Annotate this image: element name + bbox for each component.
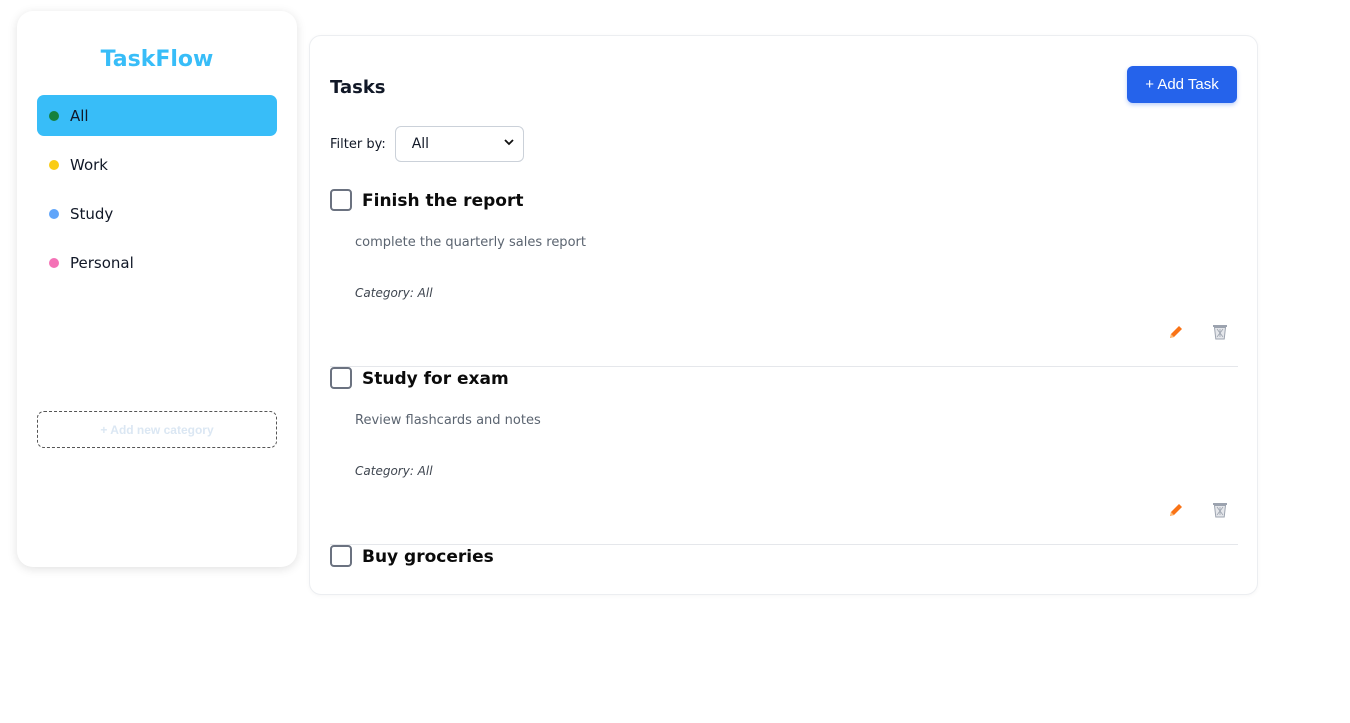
task-description: complete the quarterly sales report bbox=[355, 235, 586, 250]
category-dot-icon bbox=[49, 110, 59, 121]
task-checkbox[interactable] bbox=[330, 367, 352, 389]
sidebar-item-personal[interactable]: Personal bbox=[37, 242, 277, 283]
sidebar-item-study[interactable]: Study bbox=[37, 193, 277, 234]
task-title: Study for exam bbox=[362, 369, 509, 389]
sidebar-item-work[interactable]: Work bbox=[37, 144, 277, 185]
trash-icon[interactable] bbox=[1210, 322, 1230, 342]
sidebar-item-all[interactable]: All bbox=[37, 95, 277, 136]
category-dot-icon bbox=[49, 208, 59, 219]
add-category-button[interactable]: + Add new category bbox=[37, 411, 277, 448]
filter-label: Filter by: bbox=[330, 136, 386, 152]
sidebar: TaskFlow All Work Study Personal + Add n… bbox=[17, 11, 297, 567]
task-title: Finish the report bbox=[362, 191, 524, 211]
chevron-down-icon bbox=[503, 136, 515, 152]
task-checkbox[interactable] bbox=[330, 189, 352, 211]
task-item: Buy groceries bbox=[330, 545, 1238, 723]
category-dot-icon bbox=[49, 257, 59, 268]
trash-icon[interactable] bbox=[1210, 500, 1230, 520]
filter-row: Filter by: All bbox=[330, 126, 524, 162]
sidebar-item-label: Study bbox=[70, 204, 114, 223]
task-actions bbox=[1166, 500, 1230, 520]
add-task-button[interactable]: + Add Task bbox=[1127, 66, 1237, 103]
task-actions bbox=[1166, 322, 1230, 342]
task-description: Review flashcards and notes bbox=[355, 413, 541, 428]
filter-select[interactable]: All bbox=[394, 126, 524, 162]
task-item: Finish the report complete the quarterly… bbox=[330, 189, 1238, 367]
page-title: Tasks bbox=[330, 77, 386, 98]
task-item: Study for exam Review flashcards and not… bbox=[330, 367, 1238, 545]
tasks-panel: Tasks + Add Task Filter by: All Finish t… bbox=[309, 35, 1258, 595]
task-checkbox[interactable] bbox=[330, 545, 352, 567]
sidebar-item-label: Work bbox=[70, 155, 108, 174]
task-category: Category: All bbox=[355, 286, 433, 300]
sidebar-item-label: Personal bbox=[70, 253, 134, 272]
sidebar-item-label: All bbox=[70, 106, 89, 125]
pencil-icon[interactable] bbox=[1166, 322, 1186, 342]
category-list: All Work Study Personal bbox=[37, 95, 277, 291]
pencil-icon[interactable] bbox=[1166, 500, 1186, 520]
task-category: Category: All bbox=[355, 464, 433, 478]
task-title: Buy groceries bbox=[362, 547, 494, 567]
category-dot-icon bbox=[49, 159, 59, 170]
filter-selected-value: All bbox=[411, 136, 430, 152]
app-title: TaskFlow bbox=[100, 47, 214, 72]
